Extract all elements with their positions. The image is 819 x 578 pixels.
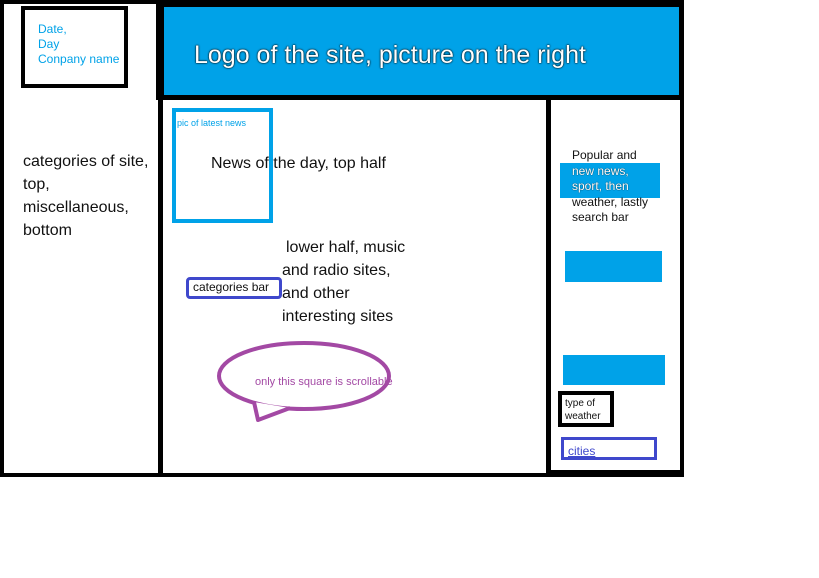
right-line: Popular and	[572, 148, 637, 162]
date-line: Date,	[38, 22, 67, 36]
weather-type-text: type of weather	[565, 398, 601, 423]
header-title: Logo of the site, picture on the right	[194, 41, 586, 69]
right-line: sport, then	[572, 179, 629, 193]
cities-label: cities	[568, 444, 596, 458]
weather-line: weather	[565, 410, 601, 422]
lower-line: and other	[282, 285, 350, 302]
categories-line: miscellaneous,	[23, 199, 129, 216]
sport-block	[565, 251, 662, 282]
lower-line: and radio sites,	[282, 262, 391, 279]
left-categories-text: categories of site, top, miscellaneous, …	[23, 150, 148, 242]
lower-line: interesting sites	[282, 308, 394, 325]
lower-line: lower half, music	[286, 239, 406, 256]
day-line: Day	[38, 37, 60, 51]
company-name-line: Conpany name	[38, 52, 120, 66]
categories-bar-label: categories bar	[193, 280, 270, 294]
right-column-divider	[546, 96, 551, 477]
right-line: search bar	[572, 210, 629, 224]
categories-line: categories of site,	[23, 153, 149, 170]
scrollable-note-text: only this square is scrollable	[255, 376, 393, 388]
latest-news-picture-label: pic of latest news	[177, 118, 247, 128]
right-column-bottom	[546, 470, 684, 477]
right-line: weather, lastly	[572, 194, 649, 209]
categories-line: bottom	[23, 222, 72, 239]
weather-line: type of	[565, 398, 596, 409]
left-column-divider	[158, 96, 163, 477]
right-line: new news,	[572, 163, 629, 178]
news-of-the-day-text: News of the day, top half	[211, 155, 386, 172]
date-text: Date, Day Conpany name	[38, 22, 119, 67]
categories-line: top,	[23, 176, 50, 193]
right-panel-text: Popular and new news, sport, then weathe…	[572, 148, 648, 226]
weather-block	[563, 355, 665, 385]
lower-half-text: lower half, music and radio sites, and o…	[282, 236, 405, 328]
